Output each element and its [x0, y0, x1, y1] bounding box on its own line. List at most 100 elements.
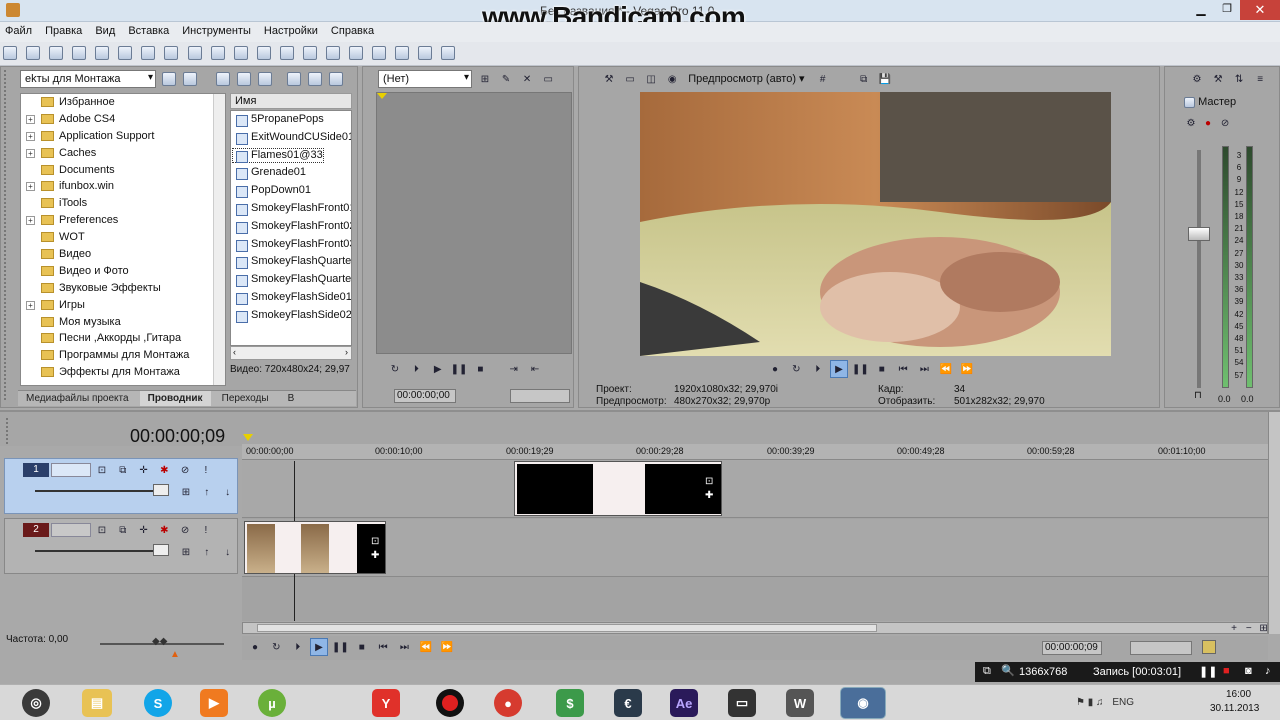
mute-icon[interactable]: ⊘: [176, 521, 194, 539]
file-item[interactable]: Flames01@33: [231, 147, 325, 165]
expand-icon[interactable]: +: [26, 182, 35, 192]
compositing-icon[interactable]: ✛: [135, 461, 153, 479]
tree-item[interactable]: + ifunbox.win: [21, 178, 225, 195]
grid-icon[interactable]: #: [814, 70, 832, 88]
track-fx-icon[interactable]: ⧉: [114, 461, 132, 479]
loop-icon[interactable]: ↻: [386, 360, 404, 378]
save-snapshot-icon[interactable]: 💾: [876, 70, 894, 88]
trimmer-selection-field[interactable]: [510, 389, 570, 403]
rate-slider-handle[interactable]: ◆◆: [152, 636, 172, 650]
stop-icon[interactable]: ■: [353, 638, 371, 656]
selection-tool-icon[interactable]: [279, 46, 294, 60]
minimize-button[interactable]: ▁: [1188, 2, 1214, 18]
properties-icon[interactable]: ⚒: [600, 70, 618, 88]
pause-icon[interactable]: ❚❚: [851, 360, 869, 378]
properties-icon[interactable]: [95, 46, 110, 60]
expand-icon[interactable]: +: [26, 216, 35, 226]
add-to-timeline-end-icon[interactable]: ⇤: [526, 360, 544, 378]
expand-icon[interactable]: +: [26, 148, 35, 158]
file-item[interactable]: SmokeyFlashSide01: [231, 289, 351, 307]
tree-item[interactable]: Видео и Фото: [21, 263, 225, 280]
arrow-up-icon[interactable]: ↑: [198, 483, 216, 501]
play-icon[interactable]: ▶: [310, 638, 329, 656]
tree-item[interactable]: + Preferences: [21, 212, 225, 229]
media-player-icon[interactable]: ▶: [200, 689, 228, 717]
mute-icon[interactable]: ⊘: [176, 461, 194, 479]
arrow-down-icon[interactable]: ↓: [219, 543, 237, 561]
ignore-grouping-icon[interactable]: [395, 46, 410, 60]
track-fx-icon[interactable]: ⧉: [114, 521, 132, 539]
compositing-icon[interactable]: ✛: [135, 521, 153, 539]
file-item[interactable]: PopDown01: [231, 182, 351, 200]
video-track-header-2[interactable]: 2 ⊡ ⧉ ✛ ✱ ⊘ ! ⊞ ↑ ↓: [4, 518, 238, 574]
tab-video-fx[interactable]: В: [280, 391, 303, 406]
display-app-icon[interactable]: ▭: [728, 689, 756, 717]
trimmer-tool-icon[interactable]: ⊞: [476, 70, 494, 88]
mixer-properties-icon[interactable]: ⚙: [1188, 70, 1206, 88]
expand-icon[interactable]: +: [26, 131, 35, 141]
tray-icon[interactable]: ⚑: [1076, 697, 1085, 708]
timeline-vscrollbar[interactable]: [1268, 412, 1280, 634]
tab-explorer[interactable]: Проводник: [139, 391, 211, 406]
level-slider-handle[interactable]: [153, 544, 169, 556]
play-icon[interactable]: [287, 72, 302, 86]
menu-help[interactable]: Справка: [326, 22, 379, 37]
go-to-start-icon[interactable]: ⏮: [894, 360, 912, 378]
tree-item[interactable]: Звуковые Эффекты: [21, 280, 225, 297]
master-fader-handle[interactable]: [1188, 227, 1210, 241]
video-frame[interactable]: [640, 92, 1111, 356]
delete-icon[interactable]: [237, 72, 252, 86]
solo-icon[interactable]: ⊘: [1218, 114, 1232, 132]
tree-item[interactable]: + Adobe CS4: [21, 111, 225, 128]
menu-insert[interactable]: Вставка: [123, 22, 174, 37]
level-slider-handle[interactable]: [153, 484, 169, 496]
pause-icon[interactable]: ❚❚: [331, 638, 349, 656]
tree-item[interactable]: Documents: [21, 162, 225, 179]
search-icon[interactable]: 🔍: [1001, 664, 1015, 677]
add-to-timeline-icon[interactable]: ⇥: [505, 360, 523, 378]
mixer-downmix-icon[interactable]: ≡: [1251, 70, 1269, 88]
tab-transitions[interactable]: Переходы: [214, 391, 277, 406]
next-frame-icon[interactable]: ⏩: [958, 360, 976, 378]
pause-icon[interactable]: ❚❚: [450, 360, 468, 378]
file-list-hscrollbar[interactable]: ‹ ›: [230, 346, 352, 360]
tree-item[interactable]: iTools: [21, 195, 225, 212]
auto-preview-icon[interactable]: [329, 72, 344, 86]
level-slider[interactable]: [35, 490, 165, 492]
track-name-field[interactable]: [51, 463, 91, 477]
normal-edit-tool-icon[interactable]: [233, 46, 248, 60]
cut-icon[interactable]: [118, 46, 133, 60]
make-compositing-child-icon[interactable]: ⊞: [177, 483, 195, 501]
refresh-icon[interactable]: [183, 72, 198, 86]
tray-icon[interactable]: ▮: [1088, 697, 1094, 708]
file-item[interactable]: ExitWoundCUSide01: [231, 129, 351, 147]
tree-scrollbar[interactable]: [213, 94, 225, 385]
currency-app-icon[interactable]: €: [614, 689, 642, 717]
explorer-path-dropdown[interactable]: ekты для Монтажа ▾: [20, 70, 156, 88]
file-item[interactable]: SmokeyFlashQuarter: [231, 271, 351, 289]
play-from-start-icon[interactable]: ⏵: [289, 638, 307, 656]
monitor-icon[interactable]: ▭: [621, 70, 639, 88]
new-icon[interactable]: [3, 46, 17, 60]
track-settings-icon[interactable]: ✱: [155, 521, 173, 539]
overlay-icon[interactable]: ◉: [663, 70, 681, 88]
open-icon[interactable]: [26, 46, 41, 60]
save-icon[interactable]: [49, 46, 64, 60]
tree-item[interactable]: Эффекты для Монтажа: [21, 364, 225, 381]
tree-item[interactable]: Программы для Монтажа: [21, 347, 225, 364]
stop-icon[interactable]: ■: [471, 360, 489, 378]
start-button-icon[interactable]: ◎: [22, 689, 50, 717]
keyboard-layout[interactable]: ENG: [1112, 697, 1134, 708]
loop-region-marker[interactable]: [243, 434, 253, 441]
chrome-icon[interactable]: ●: [494, 689, 522, 717]
tray-icon[interactable]: ♫: [1096, 697, 1104, 708]
close-button[interactable]: ✕: [1240, 0, 1280, 20]
new-folder-icon[interactable]: [216, 72, 231, 86]
tree-item[interactable]: Видео: [21, 246, 225, 263]
trimmer-dropdown[interactable]: (Нет) ▾: [378, 70, 472, 88]
record-icon[interactable]: ■: [1223, 665, 1230, 677]
money-app-icon[interactable]: $: [556, 689, 584, 717]
snapping-icon[interactable]: [302, 46, 317, 60]
go-to-end-icon[interactable]: ⏭: [915, 360, 933, 378]
vegas-pro-icon[interactable]: ◉: [840, 687, 886, 719]
